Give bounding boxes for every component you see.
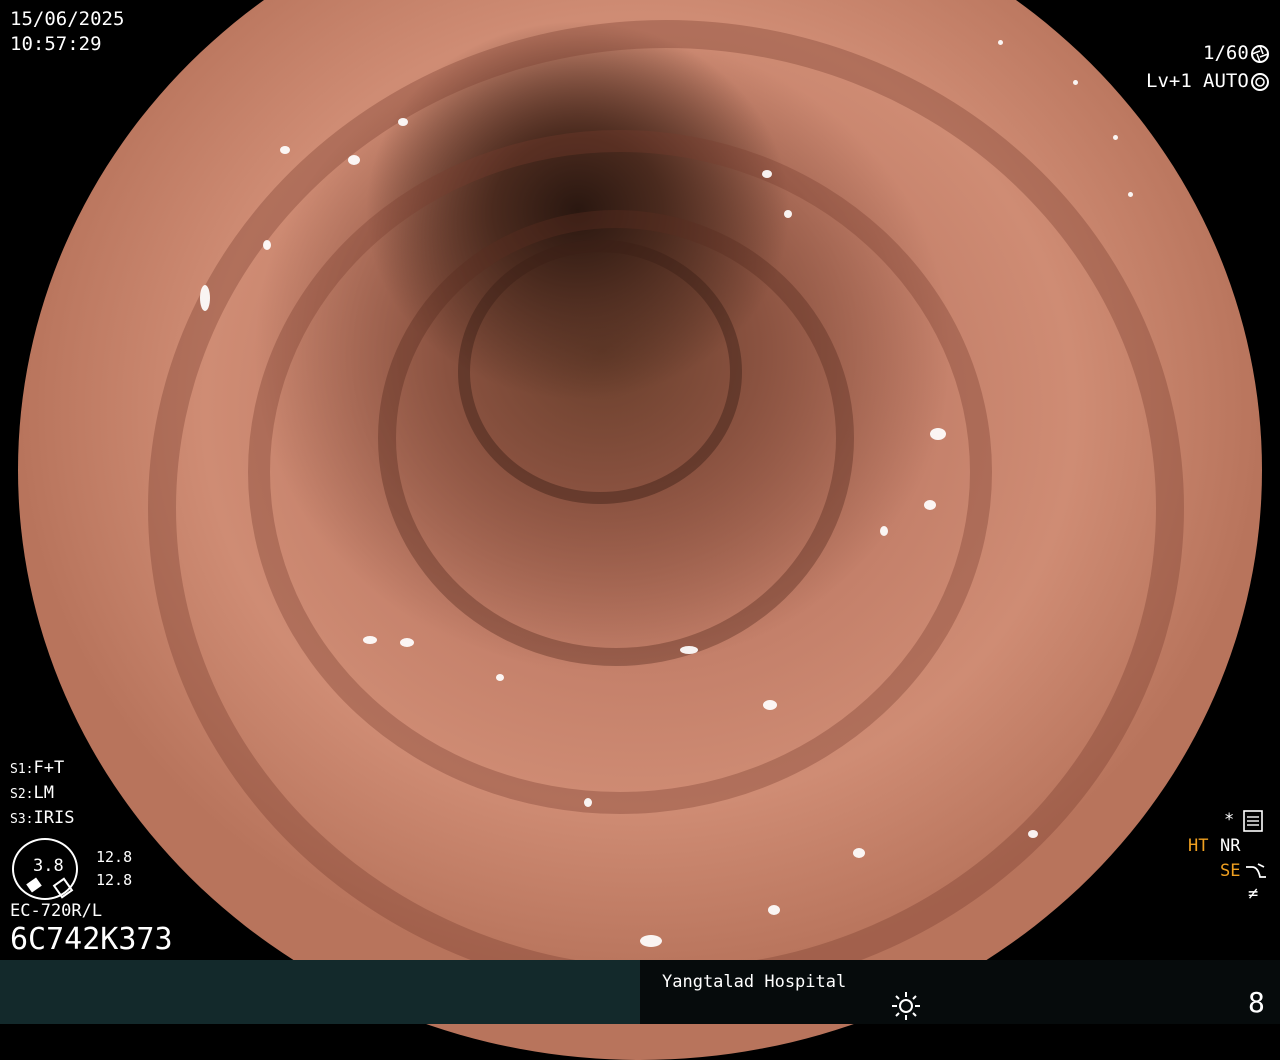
se-flag: SE bbox=[1220, 861, 1241, 881]
specular-highlight bbox=[762, 170, 772, 178]
specular-highlight bbox=[930, 428, 946, 440]
gauge-reading-top: 12.8 bbox=[96, 848, 133, 866]
specular-highlight bbox=[400, 638, 414, 647]
gauge-value: 3.8 bbox=[33, 856, 64, 876]
endoscopy-image bbox=[18, 0, 1262, 1060]
index-number: 8 bbox=[1248, 986, 1265, 1019]
mucosal-fold bbox=[458, 240, 742, 504]
specular-highlight bbox=[363, 636, 377, 644]
setting-s1: S1:F+T bbox=[10, 758, 64, 778]
gauge-reading-bottom: 12.8 bbox=[96, 871, 133, 889]
setting-s1-key: S1: bbox=[10, 762, 34, 777]
scope-model-label: EC-720R/L bbox=[10, 901, 103, 921]
specular-highlight bbox=[584, 798, 592, 807]
nr-flag: NR bbox=[1220, 836, 1241, 856]
specular-highlight bbox=[924, 500, 936, 510]
specular-highlight bbox=[1128, 192, 1133, 197]
ht-flag: HT bbox=[1188, 836, 1209, 856]
specular-highlight bbox=[280, 146, 290, 154]
specular-highlight bbox=[496, 674, 504, 681]
settings-card-icon bbox=[1243, 810, 1263, 832]
specular-highlight bbox=[784, 210, 792, 218]
specular-highlight bbox=[880, 526, 888, 536]
date-label: 15/06/2025 bbox=[10, 8, 125, 30]
setting-s1-value: F+T bbox=[33, 758, 65, 778]
serial-number-label: 6C742K373 bbox=[10, 922, 173, 957]
specular-highlight bbox=[263, 240, 271, 250]
specular-highlight bbox=[1113, 135, 1118, 140]
specular-highlight bbox=[763, 700, 777, 710]
setting-s2-value: LM bbox=[33, 783, 54, 803]
slash-flag: ≠ bbox=[1248, 884, 1259, 904]
level-label: Lv+1 bbox=[1146, 70, 1192, 92]
specular-highlight bbox=[853, 848, 865, 858]
specular-highlight bbox=[680, 646, 698, 654]
shutter-speed-label: 1/60 bbox=[1203, 42, 1249, 64]
specular-highlight bbox=[200, 285, 210, 311]
curve-arrow-icon bbox=[1246, 863, 1266, 878]
hospital-name: Yangtalad Hospital bbox=[662, 972, 847, 992]
specular-highlight bbox=[640, 935, 662, 947]
setting-s3: S3:IRIS bbox=[10, 808, 74, 828]
specular-highlight bbox=[998, 40, 1003, 45]
specular-highlight bbox=[348, 155, 360, 165]
setting-s2-key: S2: bbox=[10, 787, 34, 802]
specular-highlight bbox=[1073, 80, 1078, 85]
sun-icon bbox=[892, 992, 920, 1020]
setting-s2: S2:LM bbox=[10, 783, 54, 803]
bottom-right-panel bbox=[640, 960, 1280, 1024]
time-label: 10:57:29 bbox=[10, 33, 102, 55]
specular-highlight bbox=[398, 118, 408, 126]
specular-highlight bbox=[768, 905, 780, 915]
aperture-icon bbox=[1251, 45, 1269, 63]
iris-mode-label: AUTO bbox=[1203, 70, 1249, 92]
bottom-left-panel bbox=[0, 960, 640, 1024]
star-flag: * bbox=[1224, 810, 1235, 830]
setting-s3-value: IRIS bbox=[33, 808, 75, 828]
iris-icon bbox=[1251, 73, 1269, 91]
specular-highlight bbox=[1028, 830, 1038, 838]
setting-s3-key: S3: bbox=[10, 812, 34, 827]
